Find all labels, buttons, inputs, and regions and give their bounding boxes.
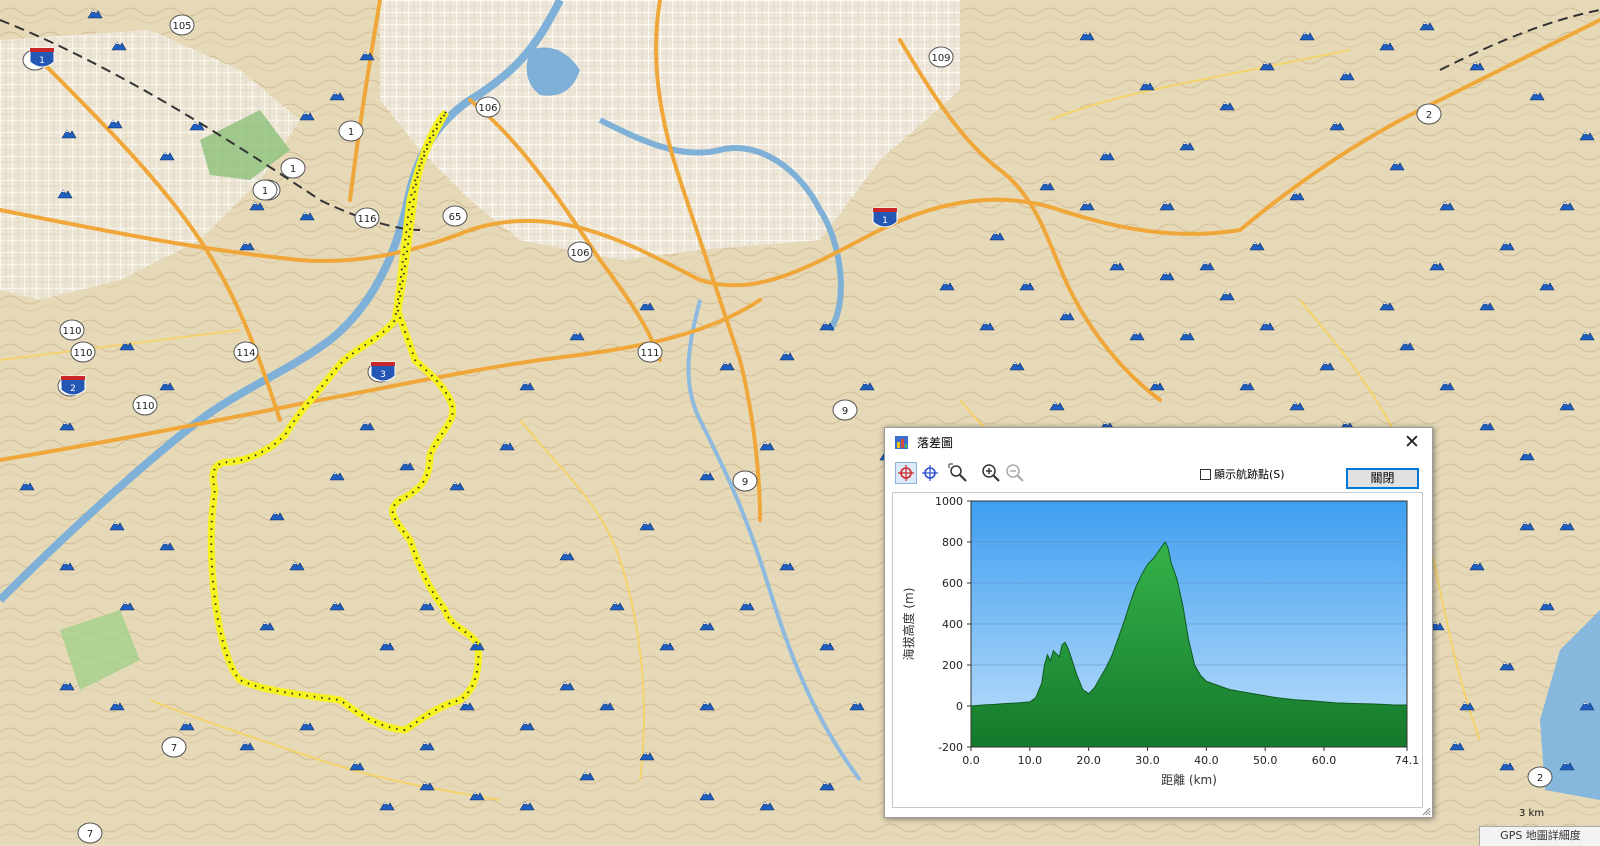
- route-shield-icon: 106: [567, 241, 593, 263]
- show-trackpoints-checkbox[interactable]: [1200, 468, 1211, 480]
- x-tick-labels: 0.0 10.0 20.0 30.0 40.0 50.0 60.0 74.1: [962, 747, 1419, 767]
- route-shield-label: 1: [290, 164, 296, 175]
- interstate-shield-icon: 1: [29, 47, 55, 68]
- route-shield-icon: 106: [475, 96, 501, 118]
- route-shield-icon: 1: [280, 157, 306, 179]
- route-shield-icon: 9: [832, 399, 858, 421]
- y-tick-labels: -200 0 200 400 600 800 1000: [935, 495, 971, 754]
- elevation-chart: -200 0 200 400 600 800 1000 0.0 10.0 20.0 30.0 40.…: [901, 495, 1419, 787]
- route-shield-label: 111: [640, 348, 659, 359]
- route-shield-label: 9: [742, 477, 748, 488]
- close-icon[interactable]: ✕: [1400, 430, 1424, 454]
- dialog-title: 落差圖: [917, 436, 954, 450]
- route-shield-label: 110: [135, 401, 154, 412]
- interstate-shield-label: 1: [39, 56, 45, 66]
- x-axis-label: 距離 (km): [1161, 773, 1217, 787]
- y-axis-label: 海拔高度 (m): [901, 588, 916, 661]
- route-shield-icon: 9: [732, 470, 758, 492]
- route-shield-label: 2: [1426, 110, 1432, 121]
- y-tick-label: 0: [956, 700, 963, 713]
- route-shield-label: 65: [449, 212, 462, 223]
- route-shield-icon: 105: [169, 14, 195, 36]
- show-trackpoints-toggle[interactable]: 顯示航跡點(S): [1200, 466, 1285, 482]
- route-shield-icon: 110: [59, 319, 85, 341]
- route-shield-icon: 1: [252, 179, 278, 201]
- route-shield-icon: 2: [1416, 103, 1442, 125]
- y-tick-label: 400: [942, 618, 963, 631]
- route-shield-label: 106: [478, 103, 497, 114]
- zoom-select-icon[interactable]: [947, 462, 969, 484]
- route-shield-label: 105: [172, 21, 191, 32]
- x-tick-label: 40.0: [1194, 754, 1219, 767]
- route-shield-label: 114: [236, 348, 255, 359]
- route-shield-label: 110: [73, 348, 92, 359]
- route-shield-label: 110: [62, 326, 81, 337]
- route-shield-icon: 7: [77, 822, 103, 844]
- y-tick-label: 1000: [935, 495, 963, 508]
- route-shield-label: 116: [357, 214, 376, 225]
- route-shield-icon: 1: [338, 120, 364, 142]
- y-tick-label: 600: [942, 577, 963, 590]
- resize-grip-icon[interactable]: [1421, 806, 1431, 816]
- elevation-chart-frame: -200 0 200 400 600 800 1000 0.0 10.0 20.0 30.0 40.…: [892, 492, 1423, 808]
- route-shield-label: 109: [931, 53, 950, 64]
- show-trackpoints-label: 顯示航跡點(S): [1214, 468, 1285, 481]
- elevation-profile-dialog: 落差圖 ✕ 顯示航跡點(S) 關閉 -200 0 200 400 600 800…: [884, 427, 1433, 818]
- zoom-out-icon[interactable]: [1004, 462, 1026, 484]
- route-shield-icon: 7: [161, 736, 187, 758]
- route-shield-label: 9: [842, 406, 848, 417]
- y-tick-label: 800: [942, 536, 963, 549]
- route-shield-icon: 109: [928, 46, 954, 68]
- interstate-shield-label: 3: [380, 370, 386, 380]
- route-shield-icon: 116: [354, 207, 380, 229]
- route-shield-label: 7: [87, 829, 93, 840]
- y-tick-label: 200: [942, 659, 963, 672]
- interstate-shield-icon: 1: [872, 207, 898, 228]
- y-tick-label: -200: [938, 741, 963, 754]
- x-tick-label: 74.1: [1395, 754, 1420, 767]
- route-shield-icon: 110: [132, 394, 158, 416]
- close-button[interactable]: 關閉: [1346, 468, 1419, 489]
- route-shield-icon: 114: [233, 341, 259, 363]
- route-shield-label: 1: [348, 127, 354, 138]
- route-shield-label: 7: [171, 743, 177, 754]
- route-shield-label: 1: [262, 186, 268, 197]
- map-detail-status: GPS 地圖詳細度: [1479, 826, 1600, 846]
- route-shield-icon: 2: [1527, 766, 1553, 788]
- x-tick-label: 60.0: [1312, 754, 1337, 767]
- route-shield-icon: 110: [70, 341, 96, 363]
- zoom-in-icon[interactable]: [980, 462, 1002, 484]
- x-tick-label: 10.0: [1018, 754, 1042, 767]
- x-tick-label: 0.0: [962, 754, 980, 767]
- x-tick-label: 30.0: [1135, 754, 1160, 767]
- app-chart-icon: [895, 436, 908, 449]
- dialog-titlebar[interactable]: 落差圖 ✕: [885, 428, 1432, 458]
- interstate-shield-icon: 2: [60, 375, 86, 396]
- crosshair-blue-icon[interactable]: [919, 462, 941, 484]
- route-shield-label: 2: [1537, 773, 1543, 784]
- interstate-shield-label: 1: [882, 216, 888, 226]
- interstate-shield-icon: 3: [370, 361, 396, 382]
- route-shield-icon: 111: [637, 341, 663, 363]
- interstate-shield-label: 2: [70, 384, 76, 394]
- x-tick-label: 20.0: [1076, 754, 1101, 767]
- map-scale-label: 3 km: [1519, 808, 1545, 819]
- x-tick-label: 50.0: [1253, 754, 1278, 767]
- route-shield-icon: 65: [442, 205, 468, 227]
- crosshair-red-icon[interactable]: [895, 462, 917, 484]
- route-shield-label: 106: [570, 248, 589, 259]
